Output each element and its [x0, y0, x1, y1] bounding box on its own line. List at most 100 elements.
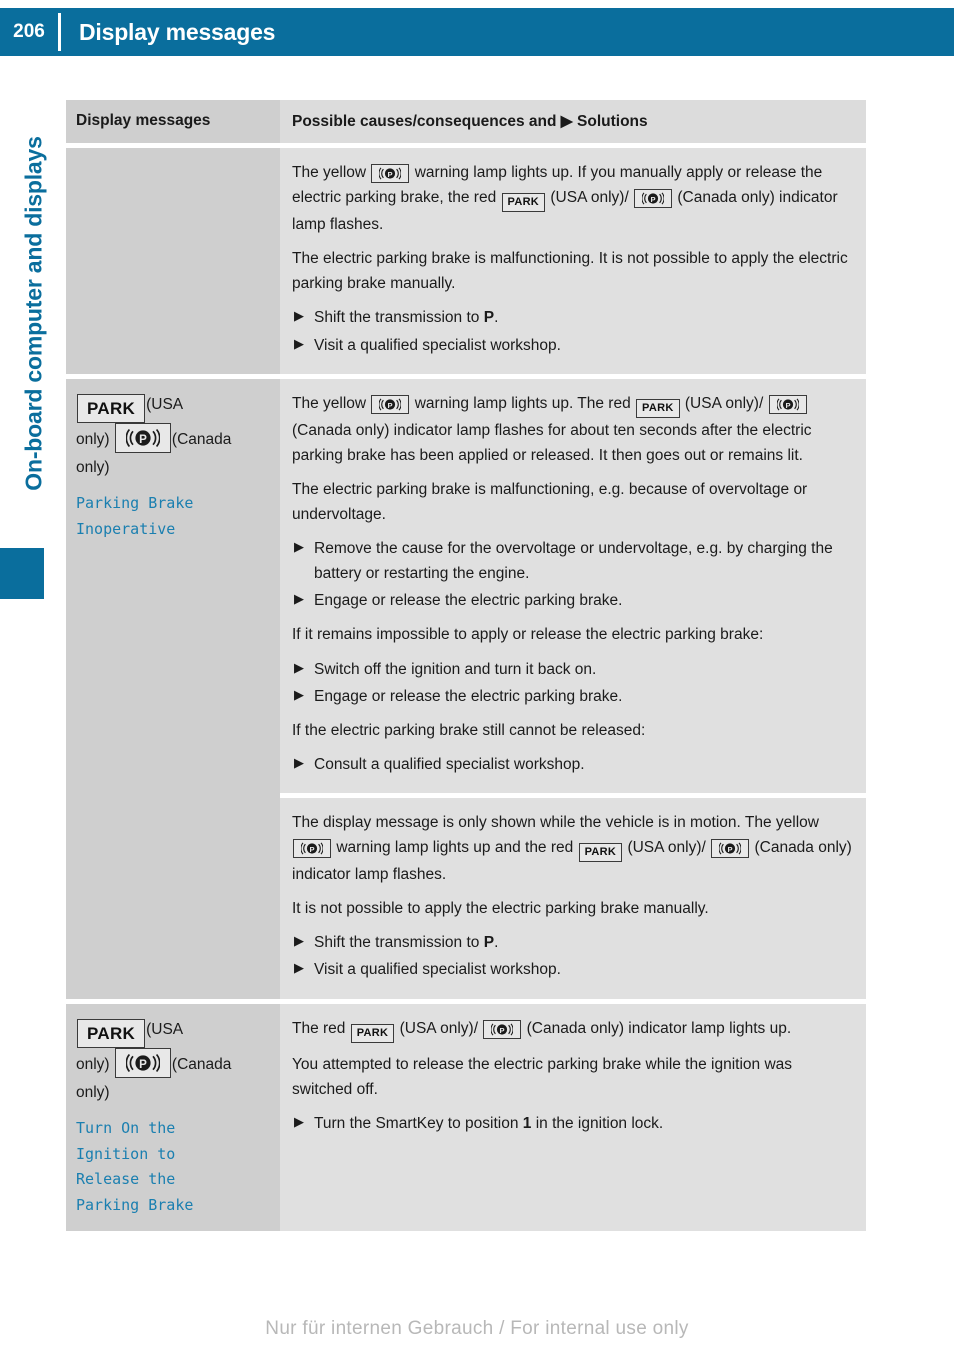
header-text-pre: Possible causes/consequences and	[292, 113, 557, 130]
row2-message-cell: PARK (USA only) P (Canada only) Parking B…	[66, 378, 280, 793]
text-fragment: The red	[292, 1019, 346, 1037]
parking-brake-indicator-icon: P	[114, 422, 171, 453]
parking-brake-indicator-icon: P	[768, 394, 807, 414]
parking-brake-indicator-icon: P	[371, 394, 410, 414]
row4-paragraph-1: The red PARK (USA only)/ P (Canada only)…	[292, 1016, 852, 1043]
canada-label: (Canada	[171, 430, 232, 448]
row1-paragraph-1: The yellow P warning lamp lights up. If …	[292, 160, 852, 237]
step-text: Remove the cause for the overvoltage or …	[314, 540, 833, 583]
text-fragment: (USA only)/	[684, 394, 764, 412]
only-label: only)	[76, 430, 110, 448]
table-header-causes-solutions: Possible causes/consequences and ▶ Solut…	[280, 100, 866, 143]
step-emphasis: P	[483, 309, 495, 327]
usa-label: (USA	[146, 1020, 184, 1038]
row2-steps-3: ▶ Consult a qualified specialist workshop…	[292, 752, 852, 777]
svg-text:P: P	[388, 170, 393, 179]
svg-text:P: P	[500, 1025, 505, 1034]
row4-message-cell: PARK (USA only) P (Canada only) Turn On t…	[66, 1003, 280, 1232]
svg-text:P: P	[785, 401, 790, 410]
step-triangle-icon: ▶	[294, 308, 304, 324]
message-line: Turn On the	[76, 1118, 176, 1137]
step-text-post: in the ignition lock.	[531, 1114, 664, 1132]
step-triangle-icon: ▶	[294, 754, 304, 770]
page-header-bar: 206 Display messages	[0, 8, 954, 56]
row3-paragraph-2: It is not possible to apply the electric…	[292, 900, 709, 918]
step-item: ▶ Remove the cause for the overvoltage or…	[292, 536, 852, 586]
step-text: Switch off the ignition and turn it back…	[314, 660, 597, 678]
parking-brake-indicator-icon: P	[114, 1047, 171, 1078]
step-emphasis: P	[483, 934, 495, 952]
step-triangle-icon: ▶	[294, 686, 304, 702]
step-item: ▶ Engage or release the electric parking …	[292, 684, 852, 709]
svg-text:P: P	[139, 433, 147, 446]
text-fragment: The yellow	[292, 394, 367, 412]
row1-paragraph-2: The electric parking brake is malfunctio…	[292, 250, 848, 293]
step-triangle-icon: ▶	[294, 335, 304, 351]
text-fragment: (USA only)/	[399, 1019, 478, 1037]
row4-paragraph-2: You attempted to release the electric pa…	[292, 1055, 793, 1098]
parking-brake-indicator-icon: P	[711, 839, 750, 859]
solutions-triangle-icon: ▶	[556, 113, 578, 130]
text-fragment: (USA only)/	[550, 189, 629, 207]
row1-causes-cell: The yellow P warning lamp lights up. If …	[280, 148, 866, 374]
display-messages-table: Display messages Possible causes/consequ…	[66, 100, 866, 1232]
park-indicator-icon: PARK	[77, 1018, 146, 1048]
page-title: Display messages	[79, 18, 276, 45]
text-fragment: (Canada only) indicator lamp lights up.	[526, 1019, 792, 1037]
usa-label: (USA	[146, 395, 184, 413]
step-text: Consult a qualified specialist workshop.	[314, 755, 585, 773]
row2-paragraph-2: The electric parking brake is malfunctio…	[292, 480, 808, 523]
row3-causes-cell: The display message is only shown while …	[280, 797, 866, 999]
row4-bottom-filler	[292, 1145, 852, 1203]
park-indicator-icon: PARK	[77, 393, 146, 423]
row2-steps-2: ▶ Switch off the ignition and turn it bac…	[292, 657, 852, 709]
park-indicator-icon: PARK	[578, 843, 623, 863]
step-text-post: .	[494, 934, 499, 952]
row4-causes-cell: The red PARK (USA only)/ P (Canada only)…	[280, 1003, 866, 1232]
step-text: Engage or release the electric parking b…	[314, 592, 623, 610]
canada-label: (Canada	[171, 1055, 232, 1073]
step-item: ▶ Consult a qualified specialist workshop…	[292, 752, 852, 777]
row2-paragraph-1: The yellow P warning lamp lights up. The…	[292, 391, 852, 468]
text-fragment: warning lamp lights up. The red	[414, 394, 631, 412]
only-label-2: only)	[76, 1084, 110, 1102]
step-triangle-icon: ▶	[294, 659, 304, 675]
step-triangle-icon: ▶	[294, 591, 304, 607]
step-text: Shift the transmission to	[314, 934, 484, 952]
parking-brake-indicator-icon: P	[634, 189, 673, 209]
step-text-post: .	[494, 309, 499, 327]
only-label-2: only)	[76, 459, 110, 477]
row3-steps: ▶ Shift the transmission to P. ▶ Visit a q…	[292, 930, 852, 982]
parking-brake-indicator-icon: P	[483, 1019, 522, 1039]
step-text: Visit a qualified specialist workshop.	[314, 336, 561, 354]
text-fragment: warning lamp lights up and the red	[336, 839, 574, 857]
park-indicator-icon: PARK	[350, 1023, 395, 1043]
svg-text:P: P	[651, 195, 656, 204]
text-fragment: (Canada only) indicator lamp flashes for…	[292, 421, 812, 464]
svg-text:P: P	[309, 845, 314, 854]
step-triangle-icon: ▶	[294, 960, 304, 976]
parking-brake-indicator-icon: P	[371, 164, 410, 183]
header-text-post: Solutions	[577, 113, 648, 130]
footer-watermark: Nur für internen Gebrauch / For internal…	[265, 1318, 689, 1339]
step-item: ▶ Shift the transmission to P.	[292, 305, 852, 330]
svg-text:P: P	[728, 845, 733, 854]
row4-icon-line: PARK (USA only) P (Canada only)	[76, 1016, 268, 1108]
page-number: 206	[13, 21, 45, 42]
step-text: Engage or release the electric parking b…	[314, 687, 623, 705]
step-item: ▶ Engage or release the electric parking …	[292, 588, 852, 613]
row3-message-cell-merged	[66, 797, 280, 999]
step-text: Visit a qualified specialist workshop.	[314, 961, 561, 979]
row3-paragraph-1: The display message is only shown while …	[292, 810, 852, 887]
park-indicator-icon: PARK	[636, 398, 680, 418]
row2-display-message-text: Parking Brake Inoperative	[76, 491, 268, 543]
row4-steps: ▶ Turn the SmartKey to position 1 in the …	[292, 1111, 852, 1136]
step-triangle-icon: ▶	[294, 1113, 304, 1129]
step-triangle-icon: ▶	[294, 539, 304, 555]
message-line: Inoperative	[76, 519, 176, 538]
table-header-display-messages: Display messages	[66, 100, 280, 143]
table-row: PARK (USA only) P (Canada only) Turn On t…	[66, 1003, 866, 1232]
chapter-tab-marker	[0, 548, 44, 599]
table-row: The display message is only shown while …	[66, 797, 866, 999]
parking-brake-indicator-icon: P	[293, 839, 331, 859]
